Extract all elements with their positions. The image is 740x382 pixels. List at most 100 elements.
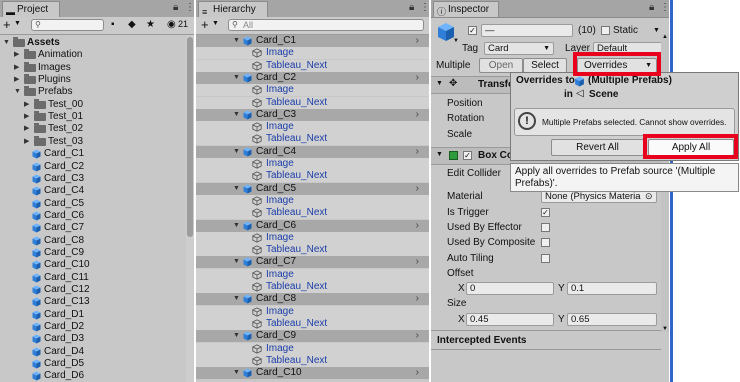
more-menu-icon[interactable]: ⋮ bbox=[660, 2, 669, 13]
size-x-field[interactable]: 0.45 bbox=[466, 313, 554, 326]
expand-arrow-right-icon[interactable]: ▶ bbox=[24, 99, 29, 111]
hierarchy-child-item[interactable]: Image bbox=[196, 342, 429, 355]
chevron-down-icon[interactable]: ▼ bbox=[14, 20, 21, 27]
project-prefab-item[interactable]: Card_C9 bbox=[0, 247, 194, 259]
filter-type-icon[interactable]: ▪ bbox=[111, 19, 115, 30]
scroll-down-icon[interactable]: ▼ bbox=[662, 326, 668, 332]
scroll-up-icon[interactable]: ▲ bbox=[662, 34, 668, 40]
project-scroll-thumb[interactable] bbox=[187, 37, 193, 237]
expand-arrow-down-icon[interactable]: ▼ bbox=[233, 293, 240, 305]
auto-tiling-checkbox[interactable] bbox=[541, 254, 550, 263]
hierarchy-child-item[interactable]: Tableau_Next bbox=[196, 59, 429, 72]
object-name-field[interactable]: — bbox=[481, 24, 573, 37]
project-prefab-item[interactable]: Card_C1 bbox=[0, 148, 194, 160]
expand-arrow-down-icon[interactable]: ▼ bbox=[14, 86, 21, 98]
chevron-down-icon[interactable]: ▼ bbox=[653, 27, 660, 34]
chevron-right-icon[interactable]: › bbox=[416, 220, 419, 232]
expand-arrow-down-icon[interactable]: ▼ bbox=[233, 220, 240, 232]
project-prefab-item[interactable]: Card_C3 bbox=[0, 173, 194, 185]
project-prefab-item[interactable]: Card_D1 bbox=[0, 309, 194, 321]
expand-arrow-right-icon[interactable]: ▶ bbox=[14, 62, 19, 74]
more-menu-icon[interactable]: ⋮ bbox=[185, 2, 194, 13]
filter-label-icon[interactable]: ◆ bbox=[128, 19, 136, 30]
hierarchy-prefab-item[interactable]: ▼ Card_C2 › bbox=[196, 71, 429, 84]
tag-dropdown[interactable]: Card ▼ bbox=[484, 42, 554, 55]
box-collider-enabled-checkbox[interactable]: ✓ bbox=[463, 151, 472, 160]
project-prefab-item[interactable]: Card_C10 bbox=[0, 259, 194, 271]
project-folder-item[interactable]: ▶ Test_03 bbox=[0, 135, 194, 148]
project-folder-item[interactable]: ▶ Test_00 bbox=[0, 98, 194, 111]
project-prefab-item[interactable]: Card_C7 bbox=[0, 222, 194, 234]
project-prefab-item[interactable]: Card_D2 bbox=[0, 321, 194, 333]
chevron-right-icon[interactable]: › bbox=[416, 72, 419, 84]
project-folder-item[interactable]: ▶ Test_02 bbox=[0, 123, 194, 135]
hierarchy-child-item[interactable]: Tableau_Next bbox=[196, 207, 429, 220]
expand-arrow-right-icon[interactable]: ▶ bbox=[14, 49, 19, 61]
hierarchy-child-item[interactable]: Tableau_Next bbox=[196, 281, 429, 293]
project-folder-item[interactable]: ▼ Prefabs bbox=[0, 86, 194, 98]
expand-arrow-down-icon[interactable]: ▼ bbox=[233, 72, 240, 84]
chevron-right-icon[interactable]: › bbox=[416, 146, 419, 158]
project-folder-item[interactable]: ▶ Animation bbox=[0, 49, 194, 61]
hierarchy-search-input[interactable]: ⚲ All bbox=[228, 19, 424, 31]
project-prefab-item[interactable]: Card_D5 bbox=[0, 358, 194, 370]
project-folder-item[interactable]: ▶ Plugins bbox=[0, 74, 194, 86]
project-folder-item[interactable]: ▶ Test_01 bbox=[0, 111, 194, 123]
expand-arrow-down-icon[interactable]: ▼ bbox=[233, 109, 240, 121]
open-button[interactable]: Open bbox=[479, 58, 523, 73]
size-y-field[interactable]: 0.65 bbox=[567, 313, 657, 326]
add-icon[interactable]: + bbox=[3, 17, 11, 32]
project-prefab-item[interactable]: Card_C4 bbox=[0, 185, 194, 197]
hierarchy-child-item[interactable]: Image bbox=[196, 121, 429, 134]
project-folder-item[interactable]: ▶ Images bbox=[0, 61, 194, 74]
project-folder-item[interactable]: ▼ Assets bbox=[0, 37, 194, 49]
project-prefab-item[interactable]: Card_C13 bbox=[0, 296, 194, 308]
hierarchy-child-item[interactable]: Image bbox=[196, 84, 429, 97]
used-by-composite-checkbox[interactable] bbox=[541, 238, 550, 247]
hierarchy-prefab-item[interactable]: ▼ Card_C7 › bbox=[196, 256, 429, 269]
project-prefab-item[interactable]: Card_C2 bbox=[0, 161, 194, 173]
favorite-icon[interactable]: ★ bbox=[146, 19, 155, 30]
offset-x-field[interactable]: 0 bbox=[466, 282, 554, 295]
hierarchy-child-item[interactable]: Image bbox=[196, 305, 429, 318]
project-prefab-item[interactable]: Card_C6 bbox=[0, 210, 194, 222]
intercepted-events-label[interactable]: Intercepted Events bbox=[437, 335, 526, 346]
lock-icon[interactable]: 🔒︎ bbox=[409, 2, 414, 13]
hierarchy-prefab-item[interactable]: ▼ Card_C1 › bbox=[196, 35, 429, 47]
chevron-right-icon[interactable]: › bbox=[416, 293, 419, 305]
project-prefab-item[interactable]: Card_D4 bbox=[0, 346, 194, 358]
tab-inspector[interactable]: ⓘ Inspector bbox=[433, 1, 499, 17]
offset-y-field[interactable]: 0.1 bbox=[567, 282, 657, 295]
hierarchy-child-item[interactable]: Image bbox=[196, 231, 429, 244]
expand-arrow-down-icon[interactable]: ▼ bbox=[233, 330, 240, 342]
expand-arrow-down-icon[interactable]: ▼ bbox=[233, 367, 240, 379]
chevron-right-icon[interactable]: › bbox=[416, 330, 419, 342]
is-trigger-checkbox[interactable]: ✓ bbox=[541, 208, 550, 217]
hierarchy-prefab-item[interactable]: ▼ Card_C10 › bbox=[196, 367, 429, 380]
lock-icon[interactable]: 🔒︎ bbox=[649, 2, 654, 13]
lock-icon[interactable]: 🔒︎ bbox=[173, 2, 178, 13]
revert-all-button[interactable]: Revert All bbox=[551, 139, 644, 156]
expand-arrow-right-icon[interactable]: ▶ bbox=[24, 136, 29, 148]
hierarchy-prefab-item[interactable]: ▼ Card_C3 › bbox=[196, 108, 429, 121]
expand-arrow-down-icon[interactable]: ▼ bbox=[3, 37, 10, 49]
hierarchy-child-item[interactable]: Tableau_Next bbox=[196, 96, 429, 109]
hierarchy-child-item[interactable]: Tableau_Next bbox=[196, 354, 429, 367]
hidden-eye-icon[interactable]: ◉ bbox=[167, 19, 176, 30]
active-checkbox[interactable]: ✓ bbox=[468, 26, 477, 35]
hierarchy-child-item[interactable]: Image bbox=[196, 47, 429, 60]
hierarchy-child-item[interactable]: Tableau_Next bbox=[196, 133, 429, 146]
expand-arrow-down-icon[interactable]: ▼ bbox=[233, 146, 240, 158]
project-search-input[interactable]: ⚲ bbox=[31, 19, 104, 31]
chevron-right-icon[interactable]: › bbox=[416, 183, 419, 195]
hierarchy-child-item[interactable]: Image bbox=[196, 194, 429, 207]
used-by-effector-checkbox[interactable] bbox=[541, 223, 550, 232]
hierarchy-child-item[interactable]: Tableau_Next bbox=[196, 244, 429, 257]
hierarchy-prefab-item[interactable]: ▼ Card_C9 › bbox=[196, 330, 429, 343]
hierarchy-prefab-item[interactable]: ▼ Card_C5 › bbox=[196, 182, 429, 195]
tab-project[interactable]: ▬ Project bbox=[2, 1, 60, 17]
project-scrollbar[interactable] bbox=[186, 35, 194, 382]
project-prefab-item[interactable]: Card_D6 bbox=[0, 370, 194, 382]
chevron-right-icon[interactable]: › bbox=[416, 109, 419, 121]
chevron-down-icon[interactable]: ▼ bbox=[453, 38, 459, 44]
